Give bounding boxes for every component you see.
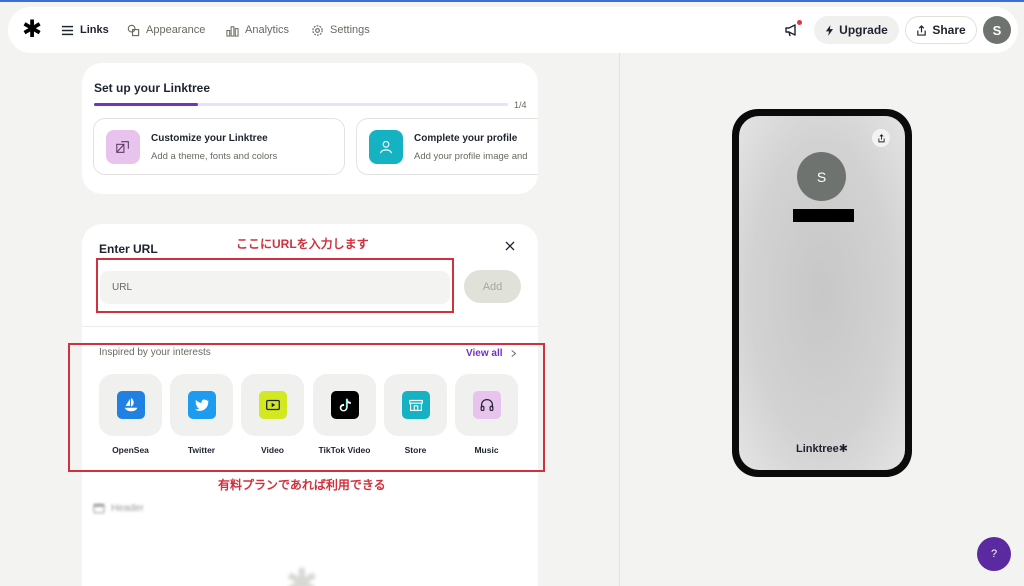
setup-progress-fill: [94, 103, 198, 106]
task-profile-title: Complete your profile: [414, 133, 518, 144]
task-customize-subtitle: Add a theme, fonts and colors: [151, 151, 278, 162]
setup-progress-text: 1/4: [514, 100, 527, 110]
links-icon: [61, 25, 74, 35]
header-icon: [93, 503, 105, 514]
help-button[interactable]: ?: [977, 537, 1011, 571]
announcements-button[interactable]: [784, 20, 802, 38]
annotation-note-url: ここにURLを入力します: [236, 237, 369, 251]
account-avatar[interactable]: S: [983, 16, 1011, 44]
setup-title: Set up your Linktree: [94, 81, 211, 95]
upgrade-button[interactable]: Upgrade: [814, 16, 899, 44]
setup-progress-bar: [94, 103, 508, 106]
share-label: Share: [932, 23, 966, 37]
preview-avatar: S: [797, 152, 846, 201]
upgrade-label: Upgrade: [839, 23, 888, 37]
task-profile[interactable]: Complete your profile Add your profile i…: [356, 118, 538, 175]
annotation-box-url: [96, 258, 454, 313]
url-card-separator: [82, 326, 538, 327]
nav-analytics[interactable]: Analytics: [226, 21, 289, 39]
nav-settings[interactable]: Settings: [311, 21, 370, 39]
task-customize-title: Customize your Linktree: [151, 133, 268, 144]
nav-appearance[interactable]: Appearance: [127, 21, 205, 39]
nav-appearance-label: Appearance: [146, 24, 206, 36]
notification-dot: [797, 20, 802, 25]
gear-icon: [312, 24, 323, 36]
preview-brand: Linktree✱: [795, 443, 848, 455]
top-nav: ✱ Links Appearance Analytics Settings Up…: [8, 7, 1018, 53]
preview-name-redacted: [793, 209, 854, 222]
add-button[interactable]: Add: [464, 270, 521, 303]
nav-links[interactable]: Links: [61, 21, 109, 39]
nav-settings-label: Settings: [330, 24, 370, 36]
top-accent-line: [0, 0, 1024, 2]
linktree-watermark-icon: ✱: [285, 562, 319, 586]
annotation-note-paid: 有料プランであれば利用できる: [218, 478, 386, 492]
task-customize[interactable]: Customize your Linktree Add a theme, fon…: [93, 118, 345, 175]
share-icon: [877, 133, 885, 142]
annotation-box-suggestions: [68, 343, 545, 472]
setup-card: Set up your Linktree 1/4 Customize your …: [82, 63, 538, 194]
panel-divider: [619, 53, 620, 586]
close-icon[interactable]: [503, 239, 517, 253]
linktree-logo[interactable]: ✱: [22, 18, 46, 42]
nav-analytics-label: Analytics: [245, 24, 290, 36]
phone-preview: S Linktree✱: [732, 109, 912, 477]
task-profile-subtitle: Add your profile image and: [414, 151, 528, 162]
share-icon: [917, 24, 927, 36]
nav-links-label: Links: [80, 24, 109, 36]
enter-url-title: Enter URL: [99, 242, 158, 256]
user-icon: [380, 140, 392, 154]
task-customize-icon-box: [106, 130, 140, 164]
add-header-button[interactable]: Header: [93, 503, 144, 514]
lightning-icon: [826, 24, 834, 36]
header-label: Header: [111, 503, 144, 514]
share-button[interactable]: Share: [905, 16, 977, 44]
bar-chart-icon: [226, 25, 239, 37]
palette-shapes-icon: [116, 141, 129, 153]
shapes-icon: [127, 24, 140, 36]
preview-share-button[interactable]: [872, 129, 890, 147]
task-profile-icon-box: [369, 130, 403, 164]
preview-screen: S Linktree✱: [739, 116, 905, 470]
